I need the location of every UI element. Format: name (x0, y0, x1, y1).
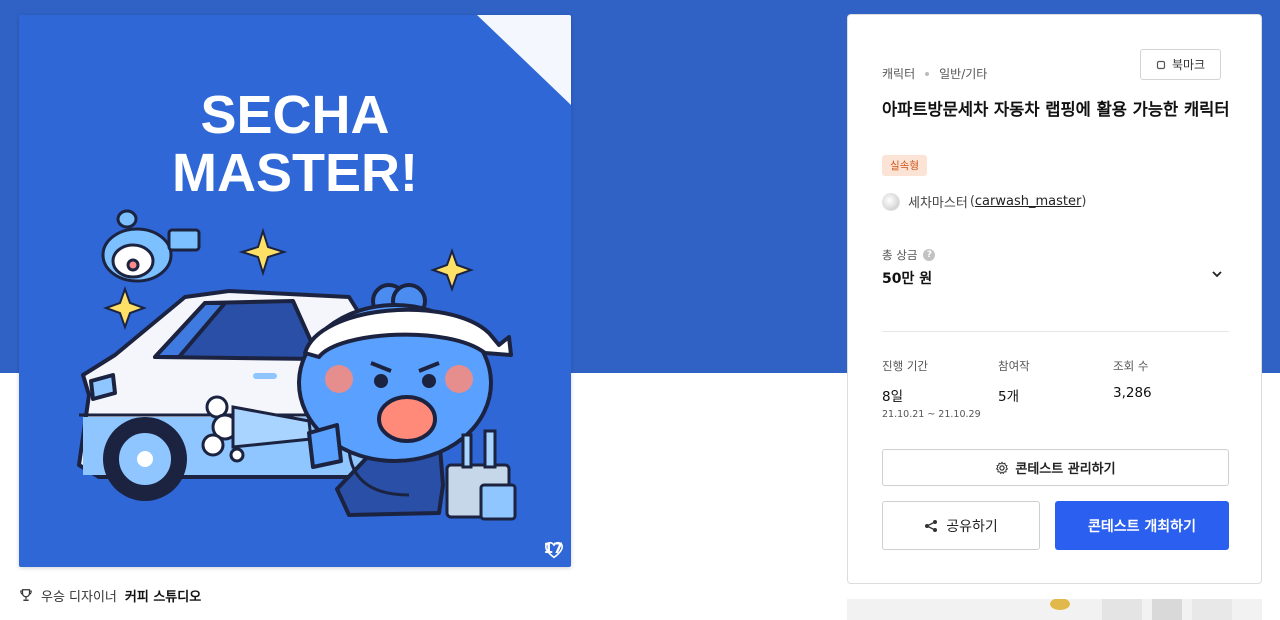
winner-designer: 우승 디자이너 커피 스튜디오 (19, 585, 201, 605)
stat-value: 5개 (998, 389, 1020, 405)
breadcrumb-category[interactable]: 캐릭터 (882, 65, 915, 82)
contest-info-panel: 캐릭터 일반/기타 북마크 아파트방문세차 자동차 랩핑에 활용 가능한 캐릭터… (847, 14, 1262, 584)
preview-thumbnail (1050, 599, 1232, 620)
heart-outline-icon (544, 541, 563, 559)
winner-label: 우승 디자이너 (41, 589, 117, 605)
breadcrumb: 캐릭터 일반/기타 (882, 65, 987, 82)
manage-contest-label: 콘테스트 관리하기 (1015, 462, 1116, 477)
headline-line1: SECHA (200, 85, 389, 145)
prize-label-text: 총 상금 (882, 248, 918, 262)
stat-duration: 진행 기간 8일 21.10.21 ~ 21.10.29 (882, 358, 981, 420)
author-handle-link[interactable]: carwash_master (975, 194, 1081, 209)
stat-label: 조회 수 (1113, 359, 1149, 373)
stat-label: 참여작 (998, 359, 1030, 373)
headline-line2: MASTER! (172, 143, 418, 203)
author: 세차마스터 (carwash_master) (882, 192, 1086, 211)
prize-value: 50만 원 (882, 271, 933, 287)
next-card-preview (847, 599, 1262, 620)
gear-icon (996, 460, 1009, 474)
bookmark-button[interactable]: 북마크 (1140, 49, 1221, 80)
divider (882, 331, 1229, 332)
stat-label: 진행 기간 (882, 359, 928, 373)
share-icon (925, 519, 938, 532)
contest-title: 아파트방문세차 자동차 랩핑에 활용 가능한 캐릭터 (882, 100, 1230, 119)
breadcrumb-subcategory[interactable]: 일반/기타 (939, 65, 987, 82)
share-button[interactable]: 공유하기 (882, 501, 1040, 550)
contest-artwork[interactable]: SECHA MASTER! 17 (19, 15, 571, 567)
avatar (882, 192, 900, 211)
bookmark-label: 북마크 (1171, 58, 1206, 72)
host-contest-button[interactable]: 콘테스트 개최하기 (1055, 501, 1229, 550)
stat-entries: 참여작 5개 (998, 358, 1030, 405)
like-button[interactable]: 17 (544, 541, 563, 559)
plan-badge: 실속형 (882, 155, 927, 176)
stat-value: 8일 (882, 389, 904, 405)
breadcrumb-separator (925, 71, 930, 76)
bookmark-icon (1156, 60, 1166, 69)
prize-label: 총 상금 ? (882, 247, 936, 263)
chevron-down-icon[interactable] (1210, 267, 1224, 281)
manage-contest-button[interactable]: 콘테스트 관리하기 (882, 449, 1229, 486)
stat-views: 조회 수 3,286 (1113, 358, 1152, 401)
mascot-illustration: SECHA MASTER! (77, 15, 571, 521)
stat-dates: 21.10.21 ~ 21.10.29 (882, 409, 981, 420)
author-name: 세차마스터 (908, 196, 968, 211)
host-contest-label: 콘테스트 개최하기 (1088, 518, 1196, 535)
help-icon[interactable]: ? (923, 249, 936, 261)
share-label: 공유하기 (946, 518, 998, 535)
stat-value: 3,286 (1113, 385, 1152, 401)
winner-name[interactable]: 커피 스튜디오 (125, 586, 201, 605)
trophy-icon (20, 589, 32, 601)
